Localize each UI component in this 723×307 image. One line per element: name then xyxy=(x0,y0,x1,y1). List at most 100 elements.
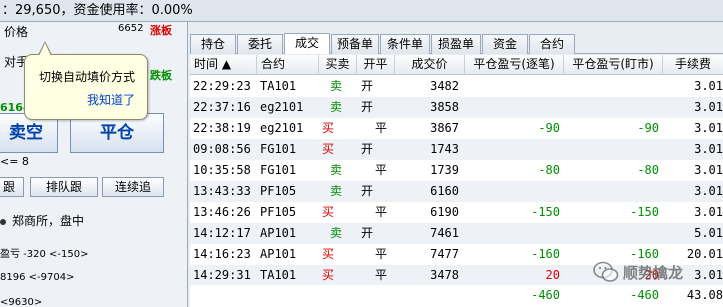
cell-contract: AP101 xyxy=(260,247,297,261)
cell-contract: TA101 xyxy=(260,268,297,282)
cell-contract: FG101 xyxy=(260,163,297,177)
cell-direction: 买 xyxy=(321,247,334,261)
queue-follow-button[interactable]: 排队跟 xyxy=(30,177,98,197)
cell-contract: TA101 xyxy=(260,79,297,93)
exchange-status: 郑商所，盘中 xyxy=(0,212,84,229)
trading-window: { "topbar": { "text": "：29,650，资金使用率：0.0… xyxy=(0,0,723,307)
cell-fee: 3.01 xyxy=(694,100,723,114)
tooltip-bubble: 切换自动填价方式 我知道了 xyxy=(24,54,148,120)
cell-price: 3482 xyxy=(430,79,459,93)
table-row[interactable]: 22:38:19 eg2101 买 平 3867 -90 -90 3.01 xyxy=(190,118,723,139)
position-extra-line: <9630> xyxy=(0,297,43,307)
cell-price: 3867 xyxy=(430,121,459,135)
cell-price: 7477 xyxy=(430,247,459,261)
follow-button[interactable]: 跟 xyxy=(0,177,24,197)
watermark-text: 顺势擒龙 xyxy=(623,264,684,282)
col-pl-market[interactable]: 平仓盈亏(盯市) xyxy=(564,55,663,75)
cell-contract: eg2101 xyxy=(260,100,304,114)
cell-open-close: 开 xyxy=(361,184,374,198)
tab-funds[interactable]: 资金 xyxy=(482,34,528,54)
col-pl-trade[interactable]: 平仓盈亏(逐笔) xyxy=(465,55,564,75)
cell-time: 10:35:58 xyxy=(193,163,251,177)
col-time[interactable]: 时间 ▲ xyxy=(190,55,257,75)
cell-fee: 3.01 xyxy=(694,142,723,156)
cell-price: 3478 xyxy=(430,268,459,282)
limit-down-label[interactable]: 跌板 xyxy=(150,67,172,83)
tab-orders[interactable]: 委托 xyxy=(237,34,283,54)
cell-price: 6160 xyxy=(430,184,459,198)
tab-contracts[interactable]: 合约 xyxy=(529,34,575,54)
cell-pl-market xyxy=(565,97,659,118)
cell-price: 3858 xyxy=(430,100,459,114)
cell-pl-trade xyxy=(470,76,560,97)
cell-price: 1743 xyxy=(430,142,459,156)
cell-open-close: 开 xyxy=(361,79,374,93)
col-fee[interactable]: 手续费 xyxy=(663,55,723,75)
total-pl-market: -460 xyxy=(630,288,659,302)
tooltip-text: 切换自动填价方式 xyxy=(39,70,136,84)
price-value: 6652 xyxy=(118,23,144,34)
cell-contract: AP101 xyxy=(260,226,297,240)
account-status-bar: ：29,650，资金使用率：0.00% xyxy=(0,0,723,22)
wechat-icon xyxy=(593,261,619,282)
cell-open-close: 开 xyxy=(361,100,374,114)
position-pl-line: 盈亏 -320 <-150> xyxy=(0,249,89,260)
tab-conditional[interactable]: 条件单 xyxy=(380,34,430,54)
cell-pl-market xyxy=(565,223,659,244)
status-dot-icon xyxy=(0,218,6,225)
cell-direction: 卖 xyxy=(329,226,342,240)
tab-stop-profit[interactable]: 损盈单 xyxy=(431,34,481,54)
table-row[interactable]: 13:43:33 PF105 卖 开 6160 3.01 xyxy=(190,181,723,202)
exchange-status-text: 郑商所，盘中 xyxy=(12,214,85,228)
tab-positions[interactable]: 持仓 xyxy=(190,34,236,54)
col-direction[interactable]: 买卖 xyxy=(319,55,357,75)
cell-pl-trade: 20 xyxy=(545,268,560,282)
account-status-text: ：29,650，资金使用率：0.00% xyxy=(2,3,193,18)
tab-pending[interactable]: 预备单 xyxy=(331,34,379,54)
cell-pl-trade: -150 xyxy=(531,205,560,219)
col-price[interactable]: 成交价 xyxy=(395,55,465,75)
table-row[interactable]: 22:37:16 eg2101 卖 开 3858 3.01 xyxy=(190,97,723,118)
cell-pl-trade: -80 xyxy=(538,163,560,177)
tab-bar: 持仓 委托 成交 预备单 条件单 损盈单 资金 合约 xyxy=(190,32,723,54)
cell-pl-market: -150 xyxy=(630,205,659,219)
cell-contract: eg2101 xyxy=(260,121,304,135)
cell-direction: 卖 xyxy=(329,79,342,93)
quantity-limit-text: <= 8 xyxy=(0,155,29,168)
cell-direction: 买 xyxy=(321,142,334,156)
continuous-chase-button[interactable]: 连续追 xyxy=(102,177,164,197)
cell-direction: 买 xyxy=(321,205,334,219)
col-contract[interactable]: 合约 xyxy=(257,55,319,75)
tooltip-dismiss-link[interactable]: 我知道了 xyxy=(87,91,135,108)
cell-pl-market xyxy=(565,76,659,97)
cell-time: 14:16:23 xyxy=(193,247,251,261)
tooltip-pointer-fill xyxy=(39,43,51,56)
cell-price: 6190 xyxy=(430,205,459,219)
total-pl-trade: -460 xyxy=(531,288,560,302)
total-fee: 43.08 xyxy=(686,288,723,302)
cell-contract: PF105 xyxy=(260,184,297,198)
cell-fee: 3.01 xyxy=(694,184,723,198)
cell-direction: 买 xyxy=(321,268,334,282)
table-row[interactable]: 13:46:26 PF105 买 平 6190 -150 -150 3.01 xyxy=(190,202,723,223)
totals-row: -460 -460 43.08 xyxy=(190,285,723,307)
limit-up-label[interactable]: 涨板 xyxy=(150,22,172,38)
table-row[interactable]: 09:08:56 FG101 买 开 1743 3.01 xyxy=(190,139,723,160)
table-row[interactable]: 22:29:23 TA101 卖 开 3482 3.01 xyxy=(190,76,723,97)
tab-trades[interactable]: 成交 xyxy=(284,33,330,54)
cell-direction: 卖 xyxy=(329,163,342,177)
watermark: 顺势擒龙 xyxy=(593,260,713,284)
cell-direction: 卖 xyxy=(329,184,342,198)
cell-time: 22:37:16 xyxy=(193,100,251,114)
cell-time: 13:43:33 xyxy=(193,184,251,198)
table-row[interactable]: 14:12:17 AP101 卖 开 7461 5.01 xyxy=(190,223,723,244)
cell-pl-trade xyxy=(470,139,560,160)
cell-pl-market xyxy=(565,139,659,160)
cell-fee: 3.01 xyxy=(694,205,723,219)
cell-time: 14:12:17 xyxy=(193,226,251,240)
cell-direction: 买 xyxy=(321,121,334,135)
table-row[interactable]: 10:35:58 FG101 卖 平 1739 -80 -80 3.01 xyxy=(190,160,723,181)
cell-fee: 3.01 xyxy=(694,79,723,93)
cell-pl-trade xyxy=(470,181,560,202)
col-open-close[interactable]: 开平 xyxy=(357,55,395,75)
